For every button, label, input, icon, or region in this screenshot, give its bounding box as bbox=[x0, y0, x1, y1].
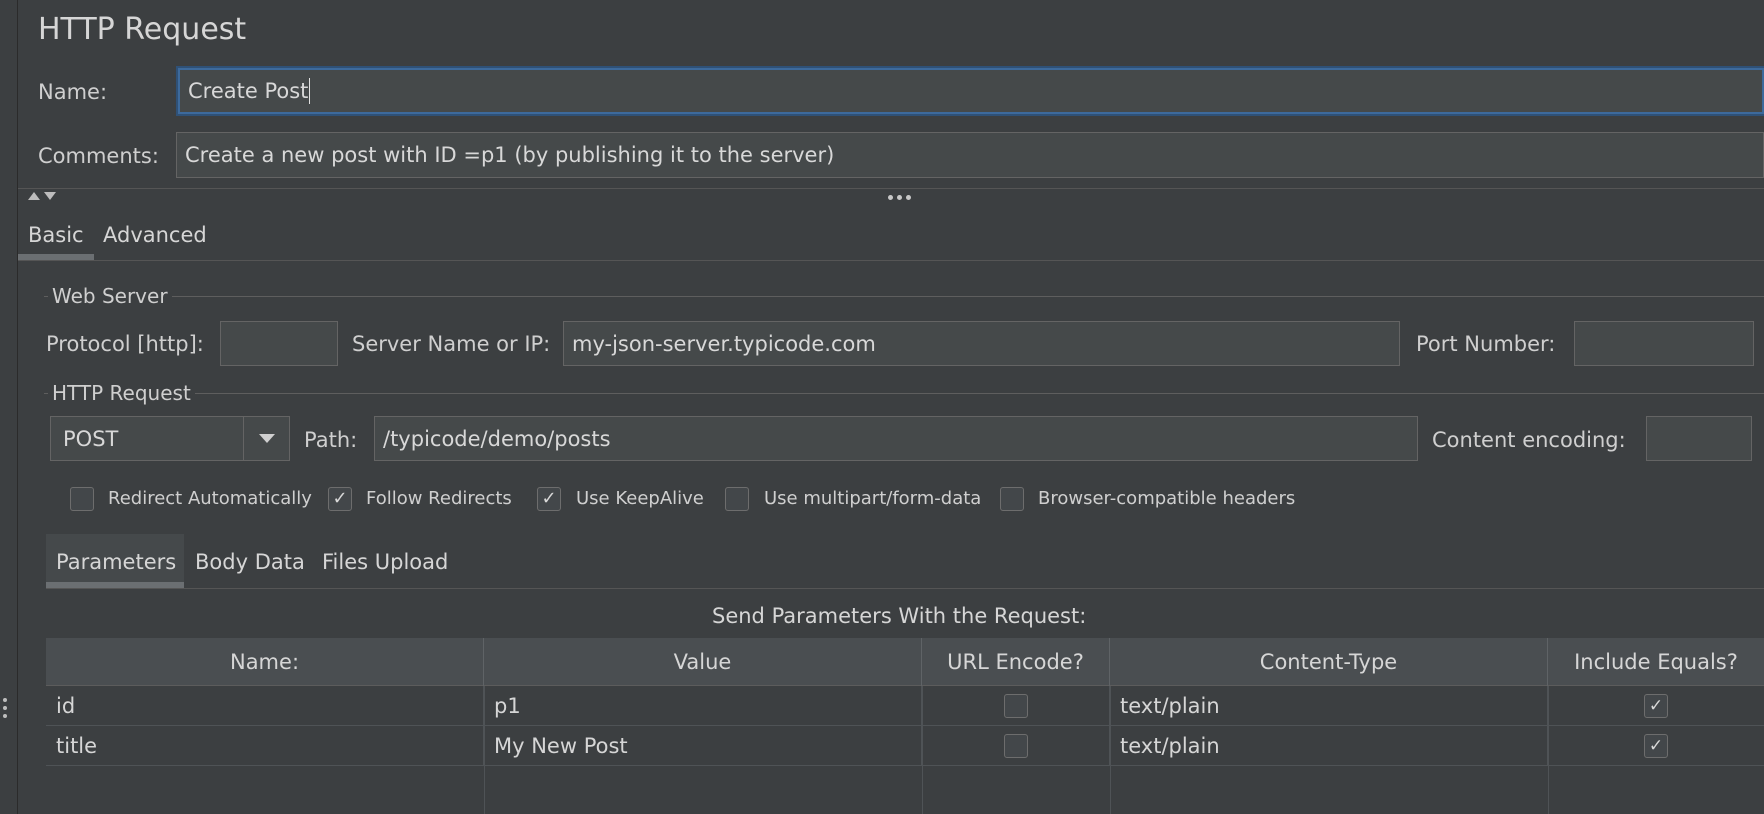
tab-advanced[interactable]: Advanced bbox=[103, 223, 207, 247]
content-encoding-field[interactable] bbox=[1646, 416, 1752, 461]
expand-down-icon[interactable] bbox=[44, 192, 56, 200]
url-encode-checkbox[interactable] bbox=[1003, 694, 1028, 718]
param-value-cell[interactable]: p1 bbox=[484, 686, 922, 726]
collapse-expand-arrows[interactable] bbox=[28, 192, 56, 200]
column-header-value[interactable]: Value bbox=[484, 638, 922, 686]
method-value: POST bbox=[63, 426, 119, 451]
tab-files-upload[interactable]: Files Upload bbox=[322, 550, 448, 574]
table-row[interactable]: title My New Post text/plain ✓ bbox=[46, 726, 1764, 766]
params-table-header: Name: Value URL Encode? Content-Type Inc… bbox=[46, 638, 1764, 686]
tab-body-data[interactable]: Body Data bbox=[195, 550, 305, 574]
splitter-line bbox=[18, 188, 1764, 189]
web-server-group-title: Web Server bbox=[48, 284, 172, 308]
method-select[interactable]: POST bbox=[50, 416, 290, 461]
web-server-group-line bbox=[44, 296, 1764, 297]
name-label: Name: bbox=[38, 80, 108, 104]
port-number-field[interactable] bbox=[1574, 321, 1754, 366]
collapse-up-icon[interactable] bbox=[28, 192, 40, 200]
server-name-field[interactable]: my-json-server.typicode.com bbox=[563, 321, 1400, 366]
splitter-handle-icon[interactable] bbox=[888, 195, 911, 200]
param-url-encode-cell bbox=[922, 686, 1110, 726]
browser-compatible-headers-checkbox[interactable] bbox=[1000, 487, 1024, 511]
browser-compatible-headers-label: Browser-compatible headers bbox=[1038, 488, 1296, 509]
param-value-cell[interactable]: My New Post bbox=[484, 726, 922, 766]
url-encode-checkbox[interactable] bbox=[1003, 734, 1028, 758]
comments-field[interactable]: Create a new post with ID =p1 (by publis… bbox=[176, 132, 1764, 178]
include-equals-checkbox[interactable]: ✓ bbox=[1644, 734, 1668, 758]
tab-basic[interactable]: Basic bbox=[28, 223, 84, 247]
column-header-content-type[interactable]: Content-Type bbox=[1110, 638, 1548, 686]
redirect-automatically-checkbox[interactable] bbox=[70, 487, 94, 511]
check-icon: ✓ bbox=[1648, 696, 1664, 716]
param-include-equals-cell: ✓ bbox=[1548, 686, 1764, 726]
use-multipart-checkbox[interactable] bbox=[725, 487, 749, 511]
table-row[interactable]: id p1 text/plain ✓ bbox=[46, 686, 1764, 726]
http-request-group-title: HTTP Request bbox=[48, 381, 195, 405]
check-icon: ✓ bbox=[332, 488, 348, 509]
left-splitter-strip[interactable] bbox=[0, 0, 18, 814]
params-caption: Send Parameters With the Request: bbox=[712, 604, 1087, 628]
redirect-automatically-label: Redirect Automatically bbox=[108, 488, 312, 509]
params-table[interactable]: Name: Value URL Encode? Content-Type Inc… bbox=[46, 638, 1764, 814]
splitter-grip-icon bbox=[3, 698, 9, 722]
name-field-value: Create Post bbox=[188, 79, 309, 103]
path-field[interactable]: /typicode/demo/posts bbox=[374, 416, 1418, 461]
http-request-group-line bbox=[44, 393, 1764, 394]
path-label: Path: bbox=[304, 428, 358, 452]
method-dropdown-button[interactable] bbox=[243, 417, 289, 460]
column-divider bbox=[484, 686, 485, 814]
param-content-type-cell[interactable]: text/plain bbox=[1110, 726, 1548, 766]
tabs-divider bbox=[18, 260, 1764, 261]
comments-label: Comments: bbox=[38, 144, 159, 168]
column-divider bbox=[1548, 686, 1549, 814]
include-equals-checkbox[interactable]: ✓ bbox=[1644, 694, 1668, 718]
param-include-equals-cell: ✓ bbox=[1548, 726, 1764, 766]
port-number-label: Port Number: bbox=[1416, 332, 1556, 356]
use-keepalive-label: Use KeepAlive bbox=[576, 488, 704, 509]
chevron-down-icon bbox=[258, 434, 275, 443]
protocol-field[interactable] bbox=[220, 321, 338, 366]
comments-field-value: Create a new post with ID =p1 (by publis… bbox=[185, 143, 835, 167]
use-multipart-label: Use multipart/form-data bbox=[764, 488, 982, 509]
page-title: HTTP Request bbox=[38, 12, 247, 47]
check-icon: ✓ bbox=[541, 488, 557, 509]
use-keepalive-checkbox[interactable]: ✓ bbox=[537, 487, 561, 511]
protocol-label: Protocol [http]: bbox=[46, 332, 204, 356]
follow-redirects-checkbox[interactable]: ✓ bbox=[328, 487, 352, 511]
column-header-include-equals[interactable]: Include Equals? bbox=[1548, 638, 1764, 686]
column-divider bbox=[922, 686, 923, 814]
param-name-cell[interactable]: title bbox=[46, 726, 484, 766]
tab-parameters[interactable]: Parameters bbox=[56, 550, 176, 574]
param-content-type-cell[interactable]: text/plain bbox=[1110, 686, 1548, 726]
follow-redirects-label: Follow Redirects bbox=[366, 488, 512, 509]
param-url-encode-cell bbox=[922, 726, 1110, 766]
check-icon: ✓ bbox=[1648, 736, 1664, 756]
content-encoding-label: Content encoding: bbox=[1432, 428, 1626, 452]
server-name-label: Server Name or IP: bbox=[352, 332, 551, 356]
server-name-value: my-json-server.typicode.com bbox=[572, 331, 876, 356]
path-value: /typicode/demo/posts bbox=[383, 426, 611, 451]
column-header-name[interactable]: Name: bbox=[46, 638, 484, 686]
param-name-cell[interactable]: id bbox=[46, 686, 484, 726]
column-divider bbox=[1110, 686, 1111, 814]
name-field[interactable]: Create Post bbox=[178, 68, 1764, 114]
sub-tabs-divider bbox=[46, 588, 1764, 589]
text-caret bbox=[309, 78, 311, 104]
column-header-url-encode[interactable]: URL Encode? bbox=[922, 638, 1110, 686]
